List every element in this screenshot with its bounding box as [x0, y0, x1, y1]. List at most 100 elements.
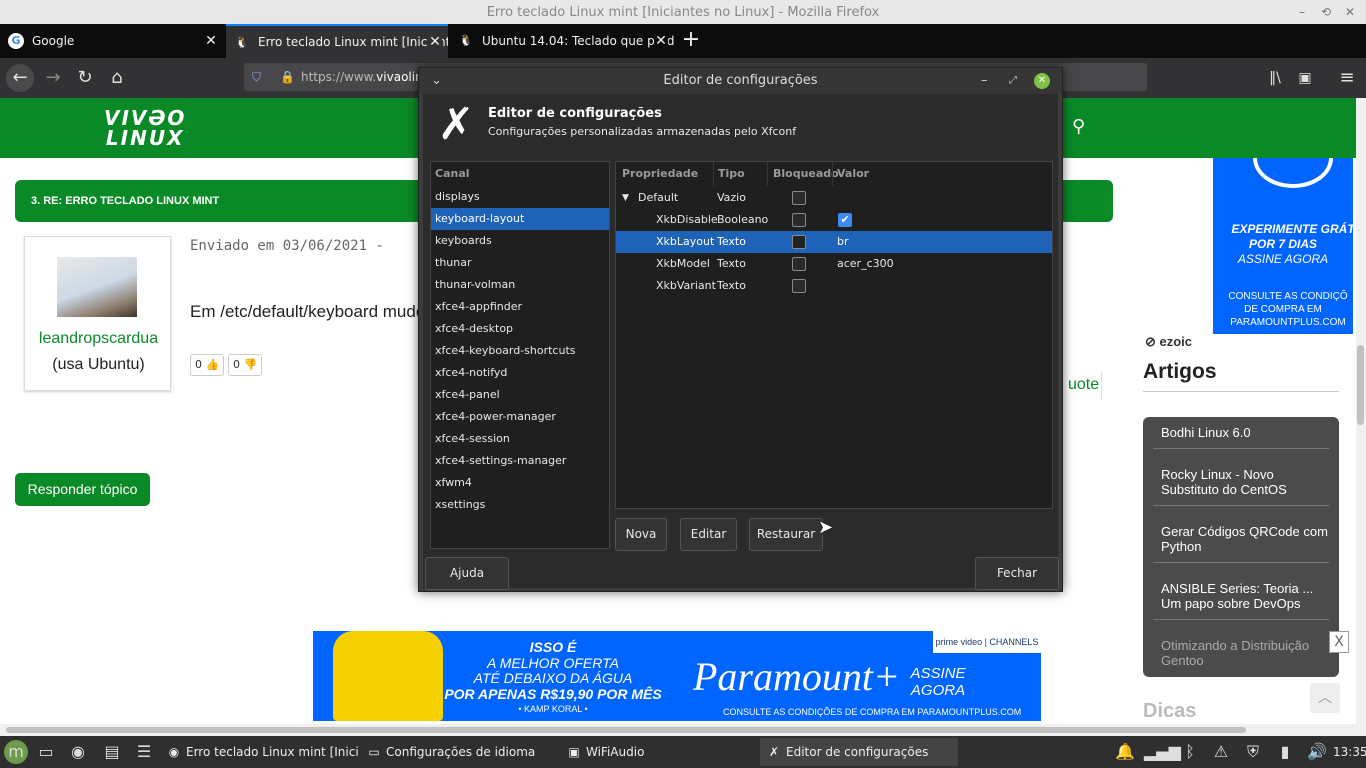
volume-icon[interactable]: 🔊: [1305, 740, 1329, 764]
site-logo[interactable]: VIVƏO LINUX: [104, 108, 186, 148]
channel-item[interactable]: xfce4-settings-manager: [431, 450, 609, 472]
search-icon[interactable]: ⚲: [1072, 116, 1085, 137]
minimize-icon[interactable]: –: [1294, 4, 1310, 20]
home-icon[interactable]: ⌂: [104, 65, 130, 91]
forward-arrow-icon[interactable]: →: [40, 65, 66, 91]
property-value[interactable]: br: [837, 231, 849, 253]
text-editor-icon[interactable]: ☰: [132, 740, 156, 764]
window-menu-icon[interactable]: ⌄: [431, 68, 442, 94]
channel-column-header[interactable]: Canal: [435, 162, 470, 186]
scroll-top-button[interactable]: ︿: [1310, 683, 1340, 713]
channel-item[interactable]: xfce4-power-manager: [431, 406, 609, 428]
lock-icon[interactable]: 🔒: [280, 63, 295, 91]
battery-icon[interactable]: ▮: [1273, 740, 1297, 764]
locked-column-header[interactable]: Bloqueado: [773, 162, 839, 186]
locked-checkbox[interactable]: [792, 235, 806, 249]
channel-item[interactable]: thunar-volman: [431, 274, 609, 296]
table-row[interactable]: XkbDisable Booleano ✔: [616, 209, 1052, 231]
ad-right[interactable]: EXPERIMENTE GRÁT POR 7 DIAS ASSINE AGORA…: [1213, 158, 1353, 334]
back-arrow-icon[interactable]: ←: [6, 64, 34, 92]
network-signal-icon[interactable]: ▂▄▆: [1144, 740, 1181, 764]
channel-item[interactable]: xfce4-session: [431, 428, 609, 450]
reload-icon[interactable]: ↻: [72, 65, 98, 91]
vertical-scrollbar-thumb[interactable]: [1357, 345, 1364, 425]
locked-checkbox[interactable]: [792, 191, 806, 205]
channel-item[interactable]: xfce4-desktop: [431, 318, 609, 340]
quote-link[interactable]: uote: [1068, 376, 1099, 394]
ad-bottom-banner[interactable]: ISSO É A MELHOR OFERTA ATÉ DEBAIXO DA ÁG…: [313, 631, 1041, 721]
tab-close-icon[interactable]: ✕: [654, 24, 668, 58]
channel-item[interactable]: xfce4-notifyd: [431, 362, 609, 384]
close-window-icon[interactable]: ✕: [1342, 4, 1358, 20]
dialog-titlebar[interactable]: ⌄ Editor de configurações – ⤢ ✕: [419, 68, 1062, 94]
menu-hamburger-icon[interactable]: ≡: [1334, 65, 1360, 91]
taskbar-window-settings-editor[interactable]: ✗ Editor de configurações: [760, 738, 958, 766]
tab-ubuntu-teclado[interactable]: 🐧 Ubuntu 14.04: Teclado que perde c ✕: [450, 24, 674, 58]
channel-item[interactable]: displays: [431, 186, 609, 208]
locked-checkbox[interactable]: [792, 257, 806, 271]
property-column-header[interactable]: Propriedade: [622, 162, 698, 186]
sidebar-icon[interactable]: ▣: [1292, 65, 1318, 91]
article-link[interactable]: Rocky Linux - Novo Substituto do CentOS: [1161, 467, 1329, 497]
channel-item[interactable]: thunar: [431, 252, 609, 274]
article-link[interactable]: ANSIBLE Series: Teoria ... Um papo sobre…: [1161, 581, 1329, 611]
tab-erro-teclado[interactable]: 🐧 Erro teclado Linux mint [Iniciantes ✕: [226, 24, 448, 58]
taskbar-clock[interactable]: 13:35: [1333, 736, 1366, 768]
locked-checkbox[interactable]: [792, 279, 806, 293]
reset-button[interactable]: Restaurar: [749, 518, 823, 551]
vote-down-button[interactable]: 0 👎: [228, 354, 263, 376]
restore-icon[interactable]: ⟲: [1318, 4, 1334, 20]
tab-google[interactable]: G Google ✕: [0, 24, 224, 58]
value-checkbox-checked[interactable]: ✔: [838, 213, 852, 227]
channel-item[interactable]: keyboards: [431, 230, 609, 252]
maximize-icon[interactable]: ⤢: [1009, 68, 1017, 94]
shield-icon[interactable]: ⛨: [1241, 740, 1265, 764]
edit-button[interactable]: Editar: [680, 518, 737, 551]
horizontal-scrollbar-thumb[interactable]: [6, 727, 1246, 733]
close-button[interactable]: Fechar: [975, 557, 1059, 590]
new-button[interactable]: Nova: [615, 518, 667, 551]
notifications-bell-icon[interactable]: 🔔: [1113, 740, 1137, 764]
avatar[interactable]: [57, 257, 137, 317]
channel-item[interactable]: xfce4-keyboard-shortcuts: [431, 340, 609, 362]
article-link[interactable]: Gerar Códigos QRCode com Python: [1161, 524, 1329, 554]
article-link[interactable]: Bodhi Linux 6.0: [1161, 425, 1329, 440]
type-column-header[interactable]: Tipo: [718, 162, 745, 186]
taskbar-window-firefox[interactable]: ◉ Erro teclado Linux mint [Iniciant...: [160, 738, 358, 766]
firefox-icon[interactable]: ◉: [66, 740, 90, 764]
vote-up-button[interactable]: 0 👍: [190, 354, 225, 376]
table-row-selected[interactable]: XkbLayout Texto br: [616, 231, 1052, 253]
property-value[interactable]: acer_c300: [837, 253, 894, 275]
update-manager-icon[interactable]: ⚠: [1209, 740, 1233, 764]
terminal-icon[interactable]: ▤: [100, 740, 124, 764]
mint-menu-icon[interactable]: m: [4, 740, 28, 764]
value-column-header[interactable]: Valor: [837, 162, 869, 186]
minimize-icon[interactable]: –: [981, 68, 988, 94]
table-row[interactable]: XkbModel Texto acer_c300: [616, 253, 1052, 275]
tab-close-icon[interactable]: ✕: [428, 26, 442, 58]
article-link[interactable]: Otimizando a Distribuição Gentoo: [1161, 638, 1329, 668]
reply-topic-button[interactable]: Responder tópico: [15, 473, 150, 506]
tab-close-icon[interactable]: ✕: [204, 24, 218, 58]
channel-item[interactable]: xfwm4: [431, 472, 609, 494]
channel-item[interactable]: xfce4-panel: [431, 384, 609, 406]
table-row[interactable]: XkbVariant Texto: [616, 275, 1052, 297]
table-row[interactable]: ▼ Default Vazio: [616, 187, 1052, 209]
help-button[interactable]: Ajuda: [425, 557, 509, 590]
close-ad-button[interactable]: X: [1329, 631, 1349, 653]
channel-item-selected[interactable]: keyboard-layout: [431, 208, 609, 230]
channel-item[interactable]: xfce4-appfinder: [431, 296, 609, 318]
tracking-shield-icon[interactable]: ⛉: [252, 63, 261, 91]
ezoic-badge[interactable]: ⊘ ezoic: [1145, 334, 1192, 350]
new-tab-icon[interactable]: +: [680, 28, 702, 52]
close-dialog-icon[interactable]: ✕: [1034, 73, 1050, 89]
channel-item[interactable]: xsettings: [431, 494, 609, 516]
taskbar-window-wifiaudio[interactable]: ▣ WiFiAudio: [560, 738, 758, 766]
user-name-link[interactable]: leandropscardua: [25, 330, 172, 348]
taskbar-window-language[interactable]: ▭ Configurações de idioma: [360, 738, 558, 766]
files-icon[interactable]: ▭: [34, 740, 58, 764]
expander-triangle-icon[interactable]: ▼: [622, 187, 629, 209]
locked-checkbox[interactable]: [792, 213, 806, 227]
bluetooth-icon[interactable]: ᛒ: [1178, 740, 1202, 764]
library-icon[interactable]: ‖\: [1262, 65, 1288, 91]
